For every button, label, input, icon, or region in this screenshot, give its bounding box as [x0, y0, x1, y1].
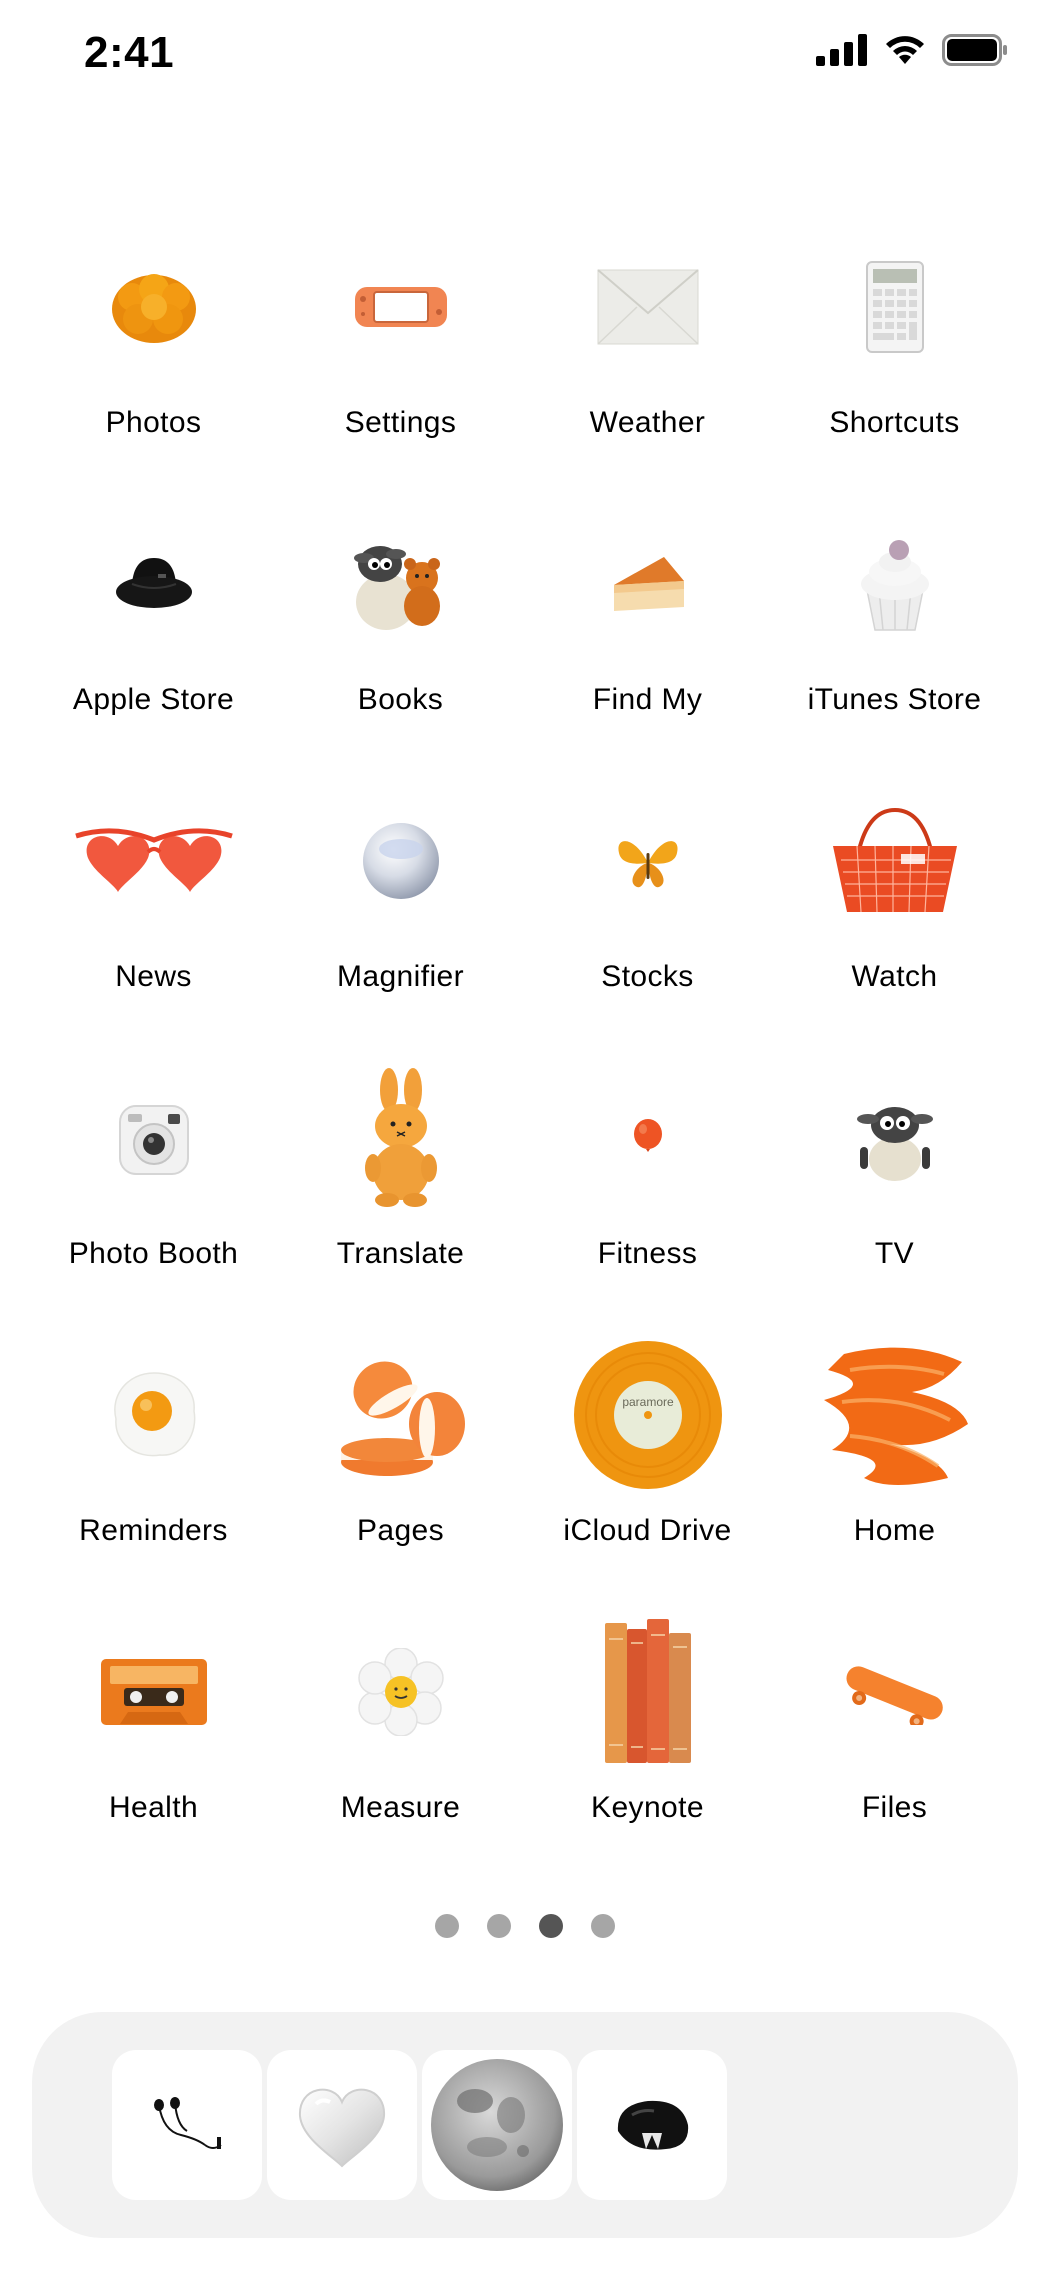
app-label: Books: [357, 683, 444, 716]
calculator-icon: [805, 232, 985, 382]
envelope-icon: [558, 232, 738, 382]
app-photos[interactable]: Photos: [30, 232, 277, 509]
macarons-icon: [311, 1340, 491, 1490]
app-label: Weather: [589, 406, 706, 439]
app-settings[interactable]: Settings: [277, 232, 524, 509]
app-label: Find My: [592, 683, 703, 716]
app-label: iTunes Store: [807, 683, 982, 716]
status-time: 2:41: [84, 28, 175, 77]
app-label: Health: [108, 1791, 199, 1824]
app-photo-booth[interactable]: Photo Booth: [30, 1063, 277, 1340]
app-itunes-store[interactable]: iTunes Store: [771, 509, 1018, 786]
dock-app-1[interactable]: [112, 2050, 262, 2200]
record-label-text: paramore: [622, 1395, 674, 1409]
sheep-figure-icon: [805, 1063, 985, 1213]
heart-sunglasses-icon: [64, 786, 244, 936]
app-label: Stocks: [601, 960, 694, 993]
app-tv[interactable]: TV: [771, 1063, 1018, 1340]
bucket-hat-icon: [64, 509, 244, 659]
fried-egg-icon: [64, 1340, 244, 1490]
paint-stroke-icon: [805, 1340, 985, 1490]
black-rock-icon: [617, 2100, 689, 2150]
daisy-flower-icon: [311, 1617, 491, 1767]
app-label: News: [115, 960, 192, 993]
app-reminders[interactable]: Reminders: [30, 1340, 277, 1617]
app-label: Reminders: [79, 1514, 228, 1547]
app-icloud-drive[interactable]: paramore iCloud Drive: [524, 1340, 771, 1617]
page-dot[interactable]: [487, 1914, 511, 1938]
butterfly-icon: [558, 786, 738, 936]
app-keynote[interactable]: Keynote: [524, 1617, 771, 1894]
app-health[interactable]: Health: [30, 1617, 277, 1894]
app-pages[interactable]: Pages: [277, 1340, 524, 1617]
cheesecake-slice-icon: [558, 509, 738, 659]
cellular-signal-icon: [816, 34, 867, 66]
marigold-flower-icon: [64, 232, 244, 382]
app-grid: Photos Settings Weather Shortcuts Apple …: [30, 232, 1020, 1894]
instant-camera-icon: [64, 1063, 244, 1213]
page-dot-active[interactable]: [539, 1914, 563, 1938]
app-translate[interactable]: Translate: [277, 1063, 524, 1340]
sheep-with-teddy-icon: [311, 509, 491, 659]
app-label: Shortcuts: [829, 406, 960, 439]
app-apple-store[interactable]: Apple Store: [30, 509, 277, 786]
app-files[interactable]: Files: [771, 1617, 1018, 1894]
bunny-plush-icon: [311, 1063, 491, 1213]
app-label: Files: [861, 1791, 928, 1824]
page-indicator[interactable]: [0, 1914, 1050, 1938]
moon-icon: [431, 2059, 563, 2191]
app-label: Watch: [851, 960, 938, 993]
dock-app-2[interactable]: [267, 2050, 417, 2200]
glass-marble-icon: [311, 786, 491, 936]
app-label: Measure: [340, 1791, 461, 1824]
app-label: Fitness: [597, 1237, 698, 1270]
app-label: TV: [874, 1237, 915, 1270]
app-label: Photos: [105, 406, 202, 439]
app-fitness[interactable]: Fitness: [524, 1063, 771, 1340]
app-label: Home: [853, 1514, 936, 1547]
app-news[interactable]: News: [30, 786, 277, 1063]
app-label: Apple Store: [72, 683, 235, 716]
books-icon: [558, 1617, 738, 1767]
shopping-basket-icon: [805, 786, 985, 936]
app-books[interactable]: Books: [277, 509, 524, 786]
skateboard-icon: [805, 1617, 985, 1767]
cupcake-icon: [805, 509, 985, 659]
game-console-icon: [311, 232, 491, 382]
app-label: Photo Booth: [68, 1237, 239, 1270]
earphones-icon: [154, 2097, 222, 2149]
app-label: Settings: [344, 406, 457, 439]
dock-app-3[interactable]: [422, 2050, 572, 2200]
page-dot[interactable]: [435, 1914, 459, 1938]
battery-full-icon: [942, 34, 1007, 66]
balloon-icon: [558, 1063, 738, 1213]
app-label: Magnifier: [337, 960, 464, 993]
page-dot[interactable]: [591, 1914, 615, 1938]
dock: [32, 2012, 1018, 2238]
status-icons: [816, 34, 1008, 66]
app-label: Keynote: [591, 1791, 704, 1824]
app-find-my[interactable]: Find My: [524, 509, 771, 786]
app-weather[interactable]: Weather: [524, 232, 771, 509]
glass-heart-icon: [298, 2088, 386, 2168]
app-stocks[interactable]: Stocks: [524, 786, 771, 1063]
app-home[interactable]: Home: [771, 1340, 1018, 1617]
app-label: iCloud Drive: [563, 1514, 732, 1547]
vinyl-record-icon: paramore: [558, 1340, 738, 1490]
app-label: Translate: [336, 1237, 465, 1270]
wifi-icon: [886, 36, 924, 64]
app-watch[interactable]: Watch: [771, 786, 1018, 1063]
status-bar: 2:41: [0, 0, 1050, 110]
app-measure[interactable]: Measure: [277, 1617, 524, 1894]
app-magnifier[interactable]: Magnifier: [277, 786, 524, 1063]
app-shortcuts[interactable]: Shortcuts: [771, 232, 1018, 509]
app-label: Pages: [356, 1514, 445, 1547]
cassette-tape-icon: [64, 1617, 244, 1767]
dock-app-4[interactable]: [577, 2050, 727, 2200]
